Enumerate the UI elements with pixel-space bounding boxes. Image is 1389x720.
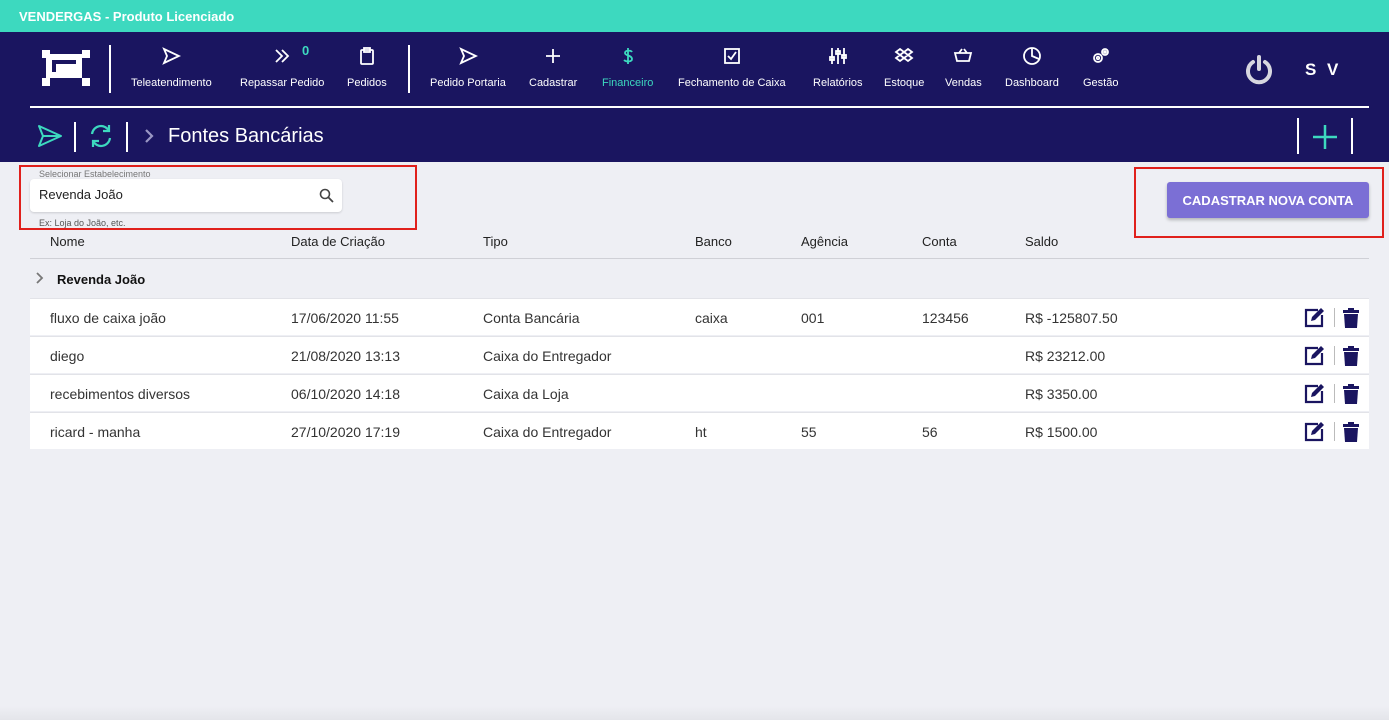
column-header-tipo[interactable]: Tipo	[483, 234, 508, 249]
column-header-conta[interactable]: Conta	[922, 234, 957, 249]
nav-item-vendas[interactable]: Vendas	[945, 46, 982, 98]
refresh-icon[interactable]	[87, 122, 115, 150]
cell-nome: recebimentos diversos	[50, 386, 191, 402]
subnav-divider	[126, 122, 128, 152]
new-account-button[interactable]: CADASTRAR NOVA CONTA	[1167, 182, 1369, 218]
nav-item-pedidos[interactable]: Pedidos	[347, 46, 387, 98]
nav-item-estoque[interactable]: Estoque	[884, 46, 924, 98]
nav-item-cadastrar[interactable]: Cadastrar	[529, 46, 577, 98]
trash-icon[interactable]	[1340, 383, 1362, 405]
subnav-divider	[74, 122, 76, 152]
add-icon[interactable]	[1310, 122, 1340, 152]
table-row: diego 21/08/2020 13:13 Caixa do Entregad…	[30, 336, 1369, 373]
page-footer-shadow	[0, 706, 1389, 720]
power-icon[interactable]	[1243, 54, 1275, 86]
table-header-divider	[30, 258, 1369, 259]
clipboard-icon	[347, 46, 387, 72]
establishment-select[interactable]	[30, 179, 342, 212]
cell-tipo: Conta Bancária	[483, 310, 580, 326]
cell-conta: 56	[922, 424, 938, 440]
cell-saldo: R$ -125807.50	[1025, 310, 1118, 326]
cell-agencia: 001	[801, 310, 825, 326]
dropbox-icon	[884, 46, 924, 72]
send-icon[interactable]	[36, 122, 64, 150]
plus-icon	[529, 46, 577, 72]
column-header-banco[interactable]: Banco	[695, 234, 732, 249]
search-icon[interactable]	[319, 188, 334, 203]
table-row: ricard - manha 27/10/2020 17:19 Caixa do…	[30, 412, 1369, 449]
trash-icon[interactable]	[1340, 421, 1362, 443]
nav-item-fechamento-caixa[interactable]: Fechamento de Caixa	[678, 46, 786, 98]
cell-data: 27/10/2020 17:19	[291, 424, 400, 440]
page-title: Fontes Bancárias	[168, 125, 324, 147]
establishment-input[interactable]	[39, 187, 309, 202]
cell-saldo: R$ 3350.00	[1025, 386, 1098, 402]
cell-saldo: R$ 1500.00	[1025, 424, 1098, 440]
logo-icon	[42, 50, 90, 86]
checkbox-icon	[678, 46, 786, 72]
cell-nome: fluxo de caixa joão	[50, 310, 166, 326]
send-icon	[131, 46, 212, 72]
subnav-divider	[1351, 118, 1353, 154]
cell-tipo: Caixa do Entregador	[483, 424, 612, 440]
nav-divider	[408, 45, 410, 93]
nav-item-teleatendimento[interactable]: Teleatendimento	[131, 46, 212, 98]
cell-conta: 123456	[922, 310, 969, 326]
dollar-icon	[602, 46, 653, 72]
nav-item-relatorios[interactable]: Relatórios	[813, 46, 863, 98]
edit-icon[interactable]	[1303, 307, 1325, 329]
sliders-icon	[813, 46, 863, 72]
cell-tipo: Caixa do Entregador	[483, 348, 612, 364]
edit-icon[interactable]	[1303, 345, 1325, 367]
nav-item-repassar-pedido[interactable]: 0 Repassar Pedido	[240, 43, 324, 98]
cell-data: 17/06/2020 11:55	[291, 310, 399, 326]
pie-chart-icon	[1005, 46, 1059, 72]
table-row: recebimentos diversos 06/10/2020 14:18 C…	[30, 374, 1369, 411]
cell-nome: diego	[50, 348, 85, 364]
user-menu[interactable]: S V	[1305, 60, 1341, 80]
nav-item-pedido-portaria[interactable]: Pedido Portaria	[430, 46, 506, 98]
pending-count-badge: 0	[302, 43, 310, 58]
action-divider	[1334, 384, 1335, 403]
trash-icon[interactable]	[1340, 345, 1362, 367]
establishment-hint: Ex: Loja do João, etc.	[39, 218, 126, 228]
column-header-data[interactable]: Data de Criação	[291, 234, 385, 249]
cell-banco: ht	[695, 424, 707, 440]
column-header-saldo[interactable]: Saldo	[1025, 234, 1058, 249]
trash-icon[interactable]	[1340, 307, 1362, 329]
action-divider	[1334, 422, 1335, 441]
cell-saldo: R$ 23212.00	[1025, 348, 1106, 364]
cell-banco: caixa	[695, 310, 728, 326]
column-header-agencia[interactable]: Agência	[801, 234, 848, 249]
nav-item-gestao[interactable]: Gestão	[1083, 46, 1118, 98]
cell-tipo: Caixa da Loja	[483, 386, 569, 402]
nav-item-dashboard[interactable]: Dashboard	[1005, 46, 1059, 98]
establishment-label: Selecionar Estabelecimento	[39, 169, 151, 179]
cell-agencia: 55	[801, 424, 817, 440]
column-header-nome[interactable]: Nome	[50, 234, 85, 249]
nav-item-financeiro[interactable]: Financeiro	[602, 46, 653, 98]
basket-icon	[945, 46, 982, 72]
app-title-bar: VENDERGAS - Produto Licenciado	[0, 0, 1389, 32]
chevron-right-icon	[145, 129, 154, 143]
action-divider	[1334, 346, 1335, 365]
edit-icon[interactable]	[1303, 421, 1325, 443]
group-name: Revenda João	[57, 272, 146, 287]
action-divider	[1334, 308, 1335, 327]
table-row: fluxo de caixa joão 17/06/2020 11:55 Con…	[30, 298, 1369, 335]
group-row[interactable]: Revenda João	[30, 260, 1369, 298]
main-navbar: Teleatendimento 0 Repassar Pedido Pedido…	[0, 32, 1389, 162]
send-icon	[430, 46, 506, 72]
cell-data: 21/08/2020 13:13	[291, 348, 400, 364]
navbar-divider	[30, 106, 1369, 108]
double-chevron-icon	[240, 46, 324, 72]
cell-data: 06/10/2020 14:18	[291, 386, 400, 402]
subnav-divider	[1297, 118, 1299, 154]
chevron-right-icon	[36, 272, 44, 284]
edit-icon[interactable]	[1303, 383, 1325, 405]
cell-nome: ricard - manha	[50, 424, 141, 440]
nav-divider	[109, 45, 111, 93]
gears-icon	[1083, 46, 1118, 72]
